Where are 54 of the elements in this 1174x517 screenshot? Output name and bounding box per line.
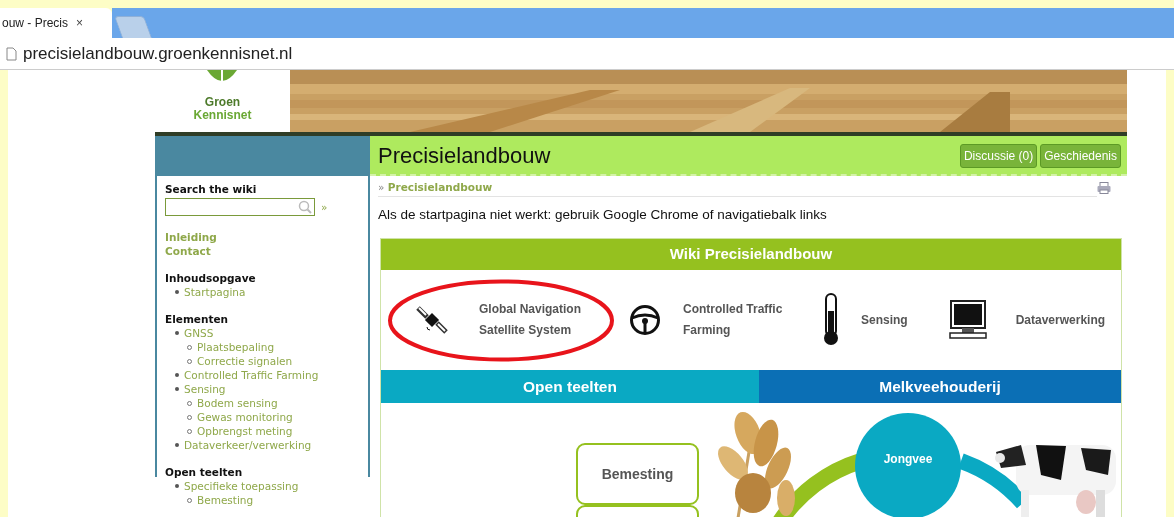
sidebar-link[interactable]: Opbrengst meting	[197, 424, 293, 438]
sidebar-link[interactable]: Bemesting	[197, 493, 254, 507]
bullet-icon	[175, 331, 179, 335]
bullet-icon	[175, 387, 179, 391]
section-tab[interactable]: Open teelten	[381, 370, 759, 403]
bullet-icon	[175, 443, 179, 447]
feature-label[interactable]: Controlled Traffic Farming	[683, 299, 805, 341]
sidebar-link[interactable]: Controlled Traffic Farming	[184, 368, 319, 382]
sidebar-link[interactable]: Gewas monitoring	[197, 410, 293, 424]
search-icon	[298, 200, 312, 214]
page-button[interactable]: Geschiedenis	[1040, 143, 1121, 168]
sidebar-link[interactable]: Sensing	[184, 382, 226, 396]
sidebar-link[interactable]: Correctie signalen	[197, 354, 293, 368]
new-tab-button[interactable]	[114, 16, 152, 38]
page-title: Precisielandbouw	[378, 141, 551, 170]
url-text: precisielandbouw.groenkennisnet.nl	[23, 42, 293, 65]
infographic-title: Wiki Precisielandbouw	[381, 239, 1121, 270]
tab-title: ouw - Precis	[2, 15, 69, 32]
search-field[interactable]	[165, 198, 315, 216]
sidebar-link[interactable]: Dataverkeer/verwerking	[184, 438, 312, 452]
sidebar-link[interactable]: GNSS	[184, 326, 214, 340]
search-label: Search the wiki	[165, 182, 258, 196]
breadcrumb-separator: »	[378, 181, 385, 193]
notice-text: Als de startpagina niet werkt: gebruik Google Chrome of navigatiebalk links	[378, 205, 828, 224]
step-box: Bemesting	[576, 443, 699, 505]
search-go-link[interactable]: »	[321, 200, 328, 214]
bullet-icon	[175, 290, 179, 294]
logo-text: Kennisnet	[193, 109, 252, 122]
sidebar-link[interactable]: Contact	[165, 244, 360, 258]
section-heading: Inhoudsopgave	[165, 271, 257, 285]
page-button[interactable]: Discussie (0)	[959, 143, 1038, 168]
browser-tab[interactable]: ouw - Precis ×	[0, 8, 112, 38]
section-tab[interactable]: Melkveehouderij	[759, 370, 1121, 403]
bullet-icon	[175, 484, 179, 488]
sidebar-link[interactable]: Startpagina	[184, 285, 246, 299]
section-heading: Open teelten	[165, 465, 244, 479]
monitor-icon	[947, 300, 988, 340]
tab-close-button[interactable]: ×	[76, 14, 84, 32]
address-bar[interactable]: precisielandbouw.groenkennisnet.nl	[0, 38, 1174, 70]
logo-text: Groen	[204, 96, 241, 109]
category-circle: Jongvee	[855, 413, 961, 517]
breadcrumb-link[interactable]: Precisielandbouw	[387, 181, 493, 193]
bullet-icon	[175, 373, 179, 377]
steering-wheel-icon	[629, 304, 661, 336]
print-icon[interactable]	[1097, 181, 1111, 194]
sidebar-link[interactable]: Inleiding	[165, 230, 360, 244]
thermometer-icon	[821, 293, 841, 347]
sidebar-link[interactable]: Specifieke toepassing	[184, 479, 299, 493]
sidebar-link[interactable]: Bodem sensing	[197, 396, 278, 410]
feature-label[interactable]: Dataverwerking	[1015, 309, 1106, 331]
page-icon	[6, 46, 17, 61]
feature-label[interactable]: Sensing	[861, 309, 908, 331]
section-heading: Elementen	[165, 312, 230, 326]
sidebar-link[interactable]: Plaatsbepaling	[197, 340, 275, 354]
